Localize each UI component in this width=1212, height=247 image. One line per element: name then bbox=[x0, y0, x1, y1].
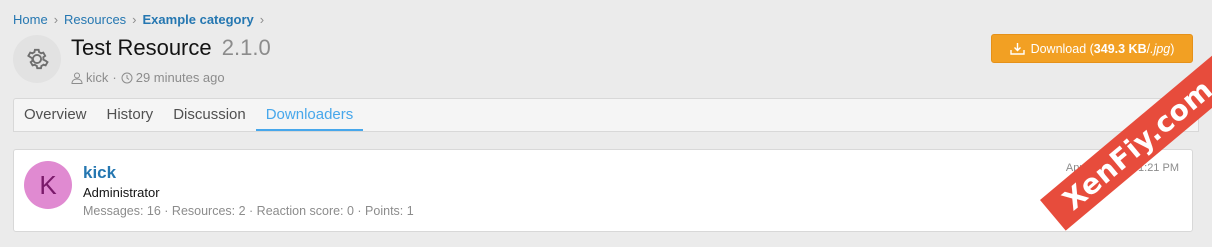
download-prefix: Download ( bbox=[1030, 41, 1094, 56]
avatar[interactable]: K bbox=[24, 161, 72, 209]
meta-separator: · bbox=[112, 70, 117, 85]
downloader-role: Administrator bbox=[83, 185, 160, 200]
breadcrumb-resources[interactable]: Resources bbox=[64, 12, 126, 27]
tab-history[interactable]: History bbox=[97, 99, 164, 131]
downloader-list-item: K kick Administrator Messages: 16 · Reso… bbox=[13, 149, 1193, 232]
resource-version: 2.1.0 bbox=[221, 35, 271, 60]
breadcrumb-category[interactable]: Example category bbox=[143, 12, 254, 27]
author-name[interactable]: kick bbox=[86, 70, 108, 85]
download-button[interactable]: Download (349.3 KB / .jpg) bbox=[991, 34, 1193, 63]
tab-discussion[interactable]: Discussion bbox=[163, 99, 256, 131]
download-suffix: ) bbox=[1170, 41, 1175, 56]
chevron-right-icon: › bbox=[53, 12, 59, 27]
breadcrumb-home[interactable]: Home bbox=[13, 12, 48, 27]
breadcrumb: Home › Resources › Example category › bbox=[13, 12, 270, 27]
clock-icon bbox=[121, 72, 133, 84]
post-time: 29 minutes ago bbox=[135, 70, 225, 85]
resource-title: Test Resource bbox=[71, 35, 212, 60]
downloader-username[interactable]: kick bbox=[83, 163, 116, 183]
gear-icon bbox=[27, 48, 49, 70]
downloader-stats: Messages: 16 · Resources: 2 · Reaction s… bbox=[83, 204, 414, 218]
tab-overview[interactable]: Overview bbox=[14, 99, 97, 131]
resource-icon bbox=[13, 35, 61, 83]
resource-meta: kick · 29 minutes ago bbox=[71, 70, 225, 85]
page-title: Test Resource 2.1.0 bbox=[71, 35, 271, 61]
download-size: 349.3 KB bbox=[1093, 41, 1147, 56]
chevron-right-icon: › bbox=[132, 12, 137, 27]
resource-tabs: Overview History Discussion Downloaders bbox=[13, 98, 1199, 132]
chevron-right-icon: › bbox=[259, 12, 265, 27]
user-icon bbox=[71, 72, 83, 84]
download-icon bbox=[1009, 42, 1025, 55]
download-ext: .jpg bbox=[1150, 41, 1171, 56]
tab-downloaders[interactable]: Downloaders bbox=[255, 99, 364, 131]
